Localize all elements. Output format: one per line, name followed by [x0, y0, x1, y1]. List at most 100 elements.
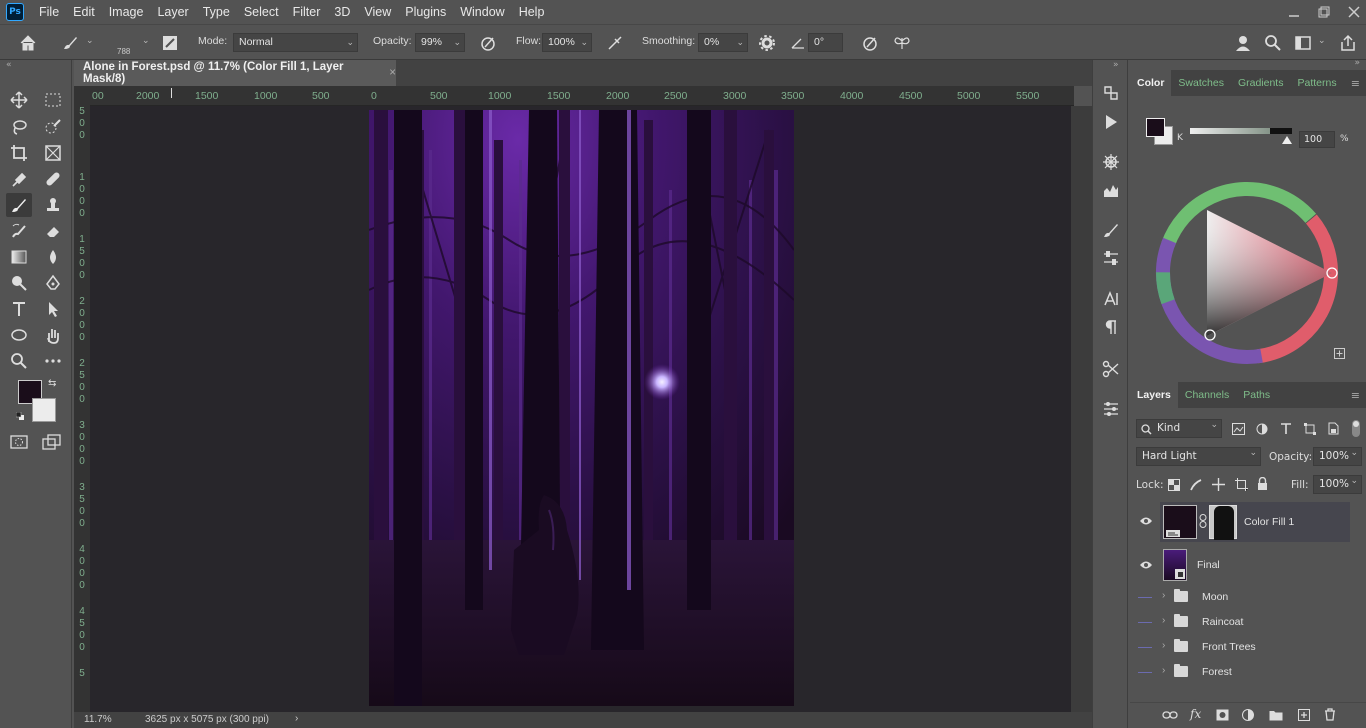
- lock-artboard-icon[interactable]: [1235, 478, 1248, 491]
- layer-fill-field[interactable]: 100% ⌄: [1313, 475, 1362, 494]
- new-layer-icon[interactable]: [1298, 709, 1310, 721]
- close-icon[interactable]: [1348, 6, 1360, 18]
- tab-paths[interactable]: Paths: [1236, 382, 1277, 408]
- group-row-moon[interactable]: › Moon: [1130, 585, 1366, 610]
- mask-link-chain-icon[interactable]: [1199, 514, 1207, 528]
- group-row-front-trees[interactable]: › Front Trees: [1130, 635, 1366, 660]
- screen-mode-icon[interactable]: [42, 434, 62, 450]
- expand-group-chevron-icon[interactable]: ›: [1162, 615, 1165, 626]
- brush-panel-button[interactable]: [1100, 219, 1122, 241]
- tab-color[interactable]: Color: [1130, 70, 1172, 96]
- blend-mode-select[interactable]: Hard Light ⌄: [1136, 447, 1261, 466]
- menu-edit[interactable]: Edit: [66, 0, 102, 24]
- status-menu-arrow[interactable]: ›: [295, 713, 298, 724]
- layer-opacity-field[interactable]: 100% ⌄: [1313, 447, 1362, 466]
- frame-tool[interactable]: [40, 141, 66, 165]
- eye-icon[interactable]: [1139, 516, 1153, 526]
- menu-type[interactable]: Type: [196, 0, 237, 24]
- layer-comps-panel-button[interactable]: [1100, 398, 1122, 420]
- type-tool[interactable]: [6, 297, 32, 321]
- quick-selection-tool[interactable]: [40, 115, 66, 139]
- menu-image[interactable]: Image: [102, 0, 151, 24]
- tab-swatches[interactable]: Swatches: [1171, 70, 1231, 96]
- eyedropper-tool[interactable]: [6, 167, 32, 191]
- workspace-caret[interactable]: ⌄: [1318, 35, 1326, 46]
- move-tool[interactable]: [6, 88, 32, 112]
- hidden-visibility-slot[interactable]: [1138, 647, 1152, 648]
- lasso-tool[interactable]: [6, 115, 32, 139]
- history-brush-tool[interactable]: [6, 219, 32, 243]
- filter-type-layers-icon[interactable]: [1280, 423, 1292, 435]
- marquee-tool[interactable]: [40, 88, 66, 112]
- actions-panel-button[interactable]: [1100, 111, 1122, 133]
- tools-panel-button[interactable]: [1100, 358, 1122, 380]
- final-layer-thumbnail[interactable]: [1163, 549, 1187, 581]
- add-color-icon[interactable]: [1334, 348, 1345, 359]
- menu-layer[interactable]: Layer: [150, 0, 195, 24]
- workspace-icon[interactable]: [1293, 33, 1313, 53]
- menu-view[interactable]: View: [357, 0, 398, 24]
- expand-group-chevron-icon[interactable]: ›: [1162, 590, 1165, 601]
- new-adjustment-layer-icon[interactable]: [1242, 709, 1254, 721]
- hidden-visibility-slot[interactable]: [1138, 672, 1152, 673]
- add-mask-icon[interactable]: [1216, 709, 1229, 721]
- delete-layer-trash-icon[interactable]: [1324, 708, 1336, 721]
- ruler-origin[interactable]: [74, 86, 90, 106]
- zoom-tool[interactable]: [6, 349, 32, 373]
- tab-channels[interactable]: Channels: [1178, 382, 1236, 408]
- eye-icon[interactable]: [1139, 560, 1153, 570]
- menu-window[interactable]: Window: [453, 0, 511, 24]
- character-panel-button[interactable]: [1100, 288, 1122, 310]
- path-selection-tool[interactable]: [40, 297, 66, 321]
- layer-row-final[interactable]: Final: [1130, 548, 1366, 582]
- tab-patterns[interactable]: Patterns: [1290, 70, 1343, 96]
- filter-pixel-layers-icon[interactable]: [1232, 423, 1245, 435]
- filter-smart-objects-icon[interactable]: [1328, 422, 1339, 435]
- group-name[interactable]: Front Trees: [1202, 641, 1256, 653]
- minimize-icon[interactable]: [1288, 6, 1300, 18]
- default-colors-icon[interactable]: [16, 412, 25, 421]
- clone-stamp-tool[interactable]: [40, 193, 66, 217]
- lock-all-icon[interactable]: [1257, 477, 1268, 491]
- filter-shape-layers-icon[interactable]: [1304, 423, 1316, 435]
- smoothing-field[interactable]: 0% ⌄: [698, 33, 748, 52]
- tab-layers[interactable]: Layers: [1130, 382, 1178, 408]
- menu-3d[interactable]: 3D: [327, 0, 357, 24]
- flow-field[interactable]: 100% ⌄: [542, 33, 592, 52]
- search-icon[interactable]: [1263, 33, 1283, 53]
- layers-panel-menu-icon[interactable]: ≡: [1351, 389, 1360, 402]
- layer-filter-kind-select[interactable]: Kind ⌄: [1136, 419, 1222, 438]
- dodge-tool[interactable]: [6, 271, 32, 295]
- k-slider-handle[interactable]: [1282, 136, 1292, 144]
- menu-filter[interactable]: Filter: [286, 0, 328, 24]
- tab-gradients[interactable]: Gradients: [1231, 70, 1291, 96]
- lock-position-icon[interactable]: [1212, 478, 1225, 491]
- hand-tool[interactable]: [40, 323, 66, 347]
- gradient-tool[interactable]: [6, 245, 32, 269]
- new-group-folder-icon[interactable]: [1269, 709, 1283, 721]
- color-wheel[interactable]: [1152, 178, 1342, 368]
- zoom-level[interactable]: 11.7%: [84, 714, 112, 725]
- layer-name[interactable]: Color Fill 1: [1244, 516, 1294, 528]
- group-row-forest[interactable]: › Forest: [1130, 660, 1366, 685]
- pen-tool[interactable]: [40, 271, 66, 295]
- lock-image-pixels-icon[interactable]: [1190, 479, 1202, 491]
- layer-name[interactable]: Final: [1197, 559, 1220, 571]
- link-layers-icon[interactable]: [1162, 710, 1178, 720]
- home-icon[interactable]: [18, 33, 38, 53]
- lock-transparent-pixels-icon[interactable]: [1168, 479, 1180, 491]
- k-value-field[interactable]: 100: [1299, 131, 1335, 148]
- angle-field[interactable]: 0°: [808, 33, 843, 52]
- opacity-field[interactable]: 99% ⌄: [415, 33, 465, 52]
- expand-group-chevron-icon[interactable]: ›: [1162, 665, 1165, 676]
- hidden-visibility-slot[interactable]: [1138, 597, 1152, 598]
- healing-brush-tool[interactable]: [40, 167, 66, 191]
- restore-icon[interactable]: [1318, 6, 1330, 18]
- swap-colors-icon[interactable]: ⇆: [48, 378, 56, 389]
- share-icon[interactable]: [1338, 33, 1358, 53]
- more-tools[interactable]: [40, 349, 66, 373]
- history-panel-button[interactable]: [1100, 82, 1122, 104]
- brush-settings-icon[interactable]: [160, 33, 180, 53]
- smoothing-settings-gear-icon[interactable]: [757, 33, 777, 53]
- adjustments-panel-button[interactable]: [1100, 151, 1122, 173]
